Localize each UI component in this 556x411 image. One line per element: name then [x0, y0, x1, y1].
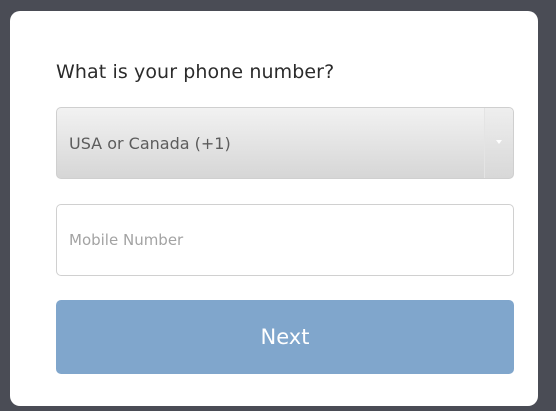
select-arrow-button[interactable] [484, 108, 513, 178]
caret-down-icon [496, 140, 502, 144]
phone-number-card: What is your phone number? USA or Canada… [10, 11, 538, 406]
page-title: What is your phone number? [56, 61, 335, 83]
country-code-select[interactable]: USA or Canada (+1) [56, 107, 514, 179]
next-button[interactable]: Next [56, 300, 514, 374]
mobile-number-input[interactable] [56, 204, 514, 276]
country-code-selected-value: USA or Canada (+1) [69, 134, 231, 153]
